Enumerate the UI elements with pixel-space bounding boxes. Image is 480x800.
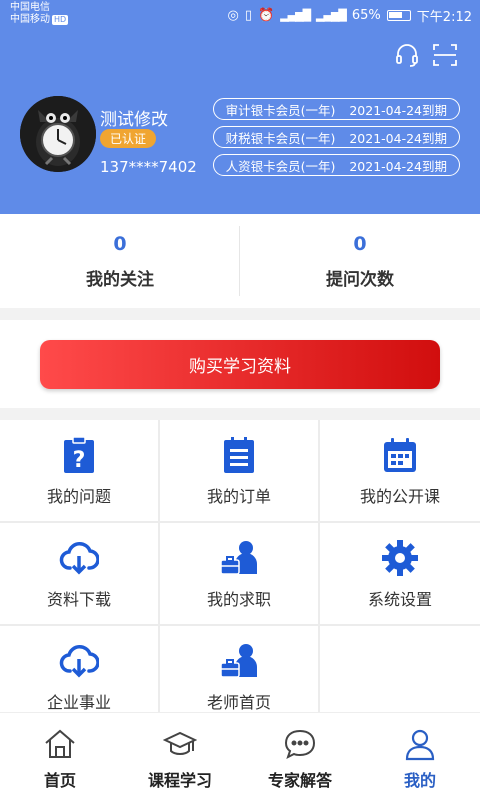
status-bar: 中国电信 中国移动 HD ◎ ▯ ⏰ ▂▄▆█ ▂▄▆█ 65% 下午2:12 — [0, 0, 480, 30]
question-clipboard-icon: ? — [64, 435, 94, 473]
clock: 下午2:12 — [416, 10, 472, 25]
grid-item-job-seeking[interactable]: 我的求职 — [160, 523, 318, 624]
tab-label: 专家解答 — [267, 771, 332, 790]
tab-expert-answers[interactable]: 专家解答 — [240, 713, 360, 800]
membership-name: 审计银卡会员(一年) — [225, 102, 336, 118]
svg-text:?: ? — [73, 448, 86, 473]
home-icon — [45, 729, 75, 758]
stat-value: 0 — [113, 232, 127, 255]
membership-expiry: 2021-04-24到期 — [349, 130, 447, 146]
order-list-icon — [224, 436, 254, 473]
grid-item-downloads[interactable]: 资料下载 — [0, 523, 158, 624]
hotspot-icon: ◎ — [227, 8, 239, 23]
membership-badge-audit[interactable]: 审计银卡会员(一年) 2021-04-24到期 — [212, 98, 460, 120]
teacher-icon — [220, 643, 257, 678]
feature-grid: ? 我的问题 我的订单 我的公开课 资料下载 我的求职 系统设置 企业事业 老师… — [0, 420, 480, 727]
verified-badge: 已认证 — [100, 129, 157, 148]
username: 测试修改 — [100, 110, 168, 130]
avatar[interactable] — [20, 96, 96, 172]
tab-label: 我的 — [403, 771, 436, 790]
signal-icon: ▂▄▆█ — [280, 9, 311, 22]
stat-following[interactable]: 0 我的关注 — [0, 214, 240, 308]
stat-label: 我的关注 — [86, 269, 154, 290]
grid-item-label: 我的求职 — [206, 589, 271, 609]
grid-item-my-orders[interactable]: 我的订单 — [160, 420, 318, 521]
stats-panel: 0 我的关注 0 提问次数 — [0, 214, 480, 308]
grid-item-my-questions[interactable]: ? 我的问题 — [0, 420, 158, 521]
user-icon — [405, 729, 435, 761]
membership-expiry: 2021-04-24到期 — [349, 102, 447, 118]
tab-mine[interactable]: 我的 — [360, 713, 480, 800]
grid-item-label: 系统设置 — [367, 589, 432, 609]
stat-value: 0 — [353, 232, 367, 255]
grid-item-label: 我的公开课 — [359, 486, 440, 506]
divider — [239, 226, 240, 296]
grid-item-my-open-courses[interactable]: 我的公开课 — [320, 420, 480, 521]
buy-materials-button[interactable]: 购买学习资料 — [40, 340, 440, 389]
tab-courses[interactable]: 课程学习 — [120, 713, 240, 800]
hd-badge: HD — [52, 15, 69, 25]
bottom-tab-bar: 首页 课程学习 专家解答 我的 — [0, 712, 480, 800]
tab-home[interactable]: 首页 — [0, 713, 120, 800]
cloud-download-icon — [59, 644, 99, 677]
gear-icon — [382, 539, 418, 576]
headset-icon[interactable] — [394, 42, 420, 68]
graduation-cap-icon — [163, 731, 197, 755]
stat-label: 提问次数 — [326, 269, 394, 290]
membership-badge-tax[interactable]: 财税银卡会员(一年) 2021-04-24到期 — [212, 126, 460, 148]
membership-name: 人资银卡会员(一年) — [225, 158, 336, 174]
tab-label: 首页 — [43, 771, 76, 790]
carrier-2: 中国移动 — [10, 14, 50, 25]
grid-item-label: 老师首页 — [206, 692, 271, 712]
calendar-icon — [384, 437, 416, 472]
vibrate-icon: ▯ — [244, 8, 253, 23]
scan-icon[interactable] — [432, 42, 458, 68]
signal-4g-icon: ▂▄▆█ — [316, 9, 347, 22]
chat-bubble-icon — [284, 729, 316, 759]
stat-questions[interactable]: 0 提问次数 — [240, 214, 480, 308]
membership-badge-hr[interactable]: 人资银卡会员(一年) 2021-04-24到期 — [212, 154, 460, 176]
grid-item-label: 我的订单 — [206, 486, 271, 506]
buy-section: 购买学习资料 — [0, 320, 480, 408]
carrier-info: 中国电信 中国移动 HD — [10, 2, 69, 26]
phone-number: 137****7402 — [100, 158, 197, 176]
grid-item-label: 我的问题 — [46, 486, 111, 506]
battery-percent: 65% — [351, 8, 381, 23]
membership-name: 财税银卡会员(一年) — [225, 130, 336, 146]
grid-item-settings[interactable]: 系统设置 — [320, 523, 480, 624]
grid-item-label: 企业事业 — [46, 692, 111, 712]
tab-label: 课程学习 — [147, 771, 212, 790]
membership-expiry: 2021-04-24到期 — [349, 158, 447, 174]
grid-item-label: 资料下载 — [46, 589, 111, 609]
alarm-icon: ⏰ — [258, 8, 275, 23]
carrier-1: 中国电信 — [10, 2, 50, 13]
profile-header: 测试修改 已认证 137****7402 审计银卡会员(一年) 2021-04-… — [0, 30, 480, 214]
job-seeker-icon — [220, 540, 257, 575]
battery-icon — [386, 10, 411, 21]
cloud-download-icon — [59, 541, 99, 574]
